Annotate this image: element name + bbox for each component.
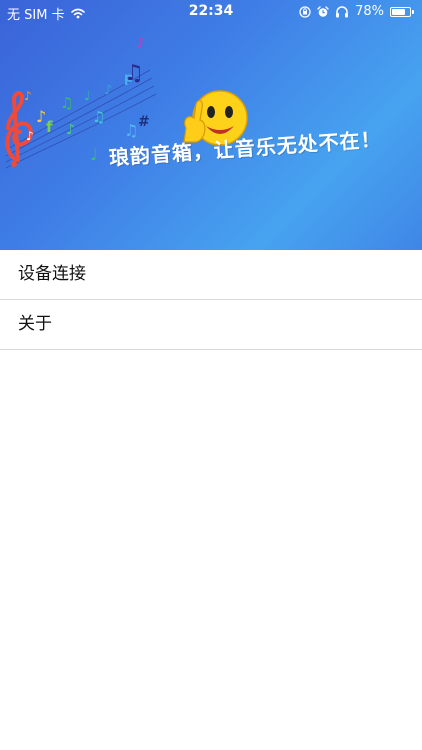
battery-percent: 78%	[355, 4, 384, 19]
status-right: 78%	[299, 4, 414, 19]
status-bar: 无 SIM 卡 22:34 78%	[0, 0, 422, 24]
svg-text:f: f	[46, 118, 53, 136]
alarm-icon	[317, 5, 329, 17]
settings-menu: 设备连接 关于	[0, 250, 422, 350]
svg-text:♪: ♪	[66, 122, 75, 138]
svg-text:♫: ♫	[92, 108, 105, 126]
header-banner: ♪ f ♫ ♪ ♩ ♫ ♪ p ♫ # ♫ ♪ ♪ ♩ ♪ 琅韵音箱，让音乐无处…	[0, 0, 422, 250]
svg-text:♪: ♪	[136, 36, 145, 52]
svg-text:♩: ♩	[90, 145, 98, 164]
svg-text:♫: ♫	[60, 94, 73, 112]
battery-icon	[390, 6, 411, 17]
svg-text:♪: ♪	[26, 129, 34, 143]
svg-text:♩: ♩	[84, 89, 90, 104]
svg-text:♪: ♪	[24, 89, 32, 103]
svg-text:#: #	[138, 114, 150, 130]
orientation-lock-icon	[299, 5, 311, 18]
svg-text:♫: ♫	[124, 61, 144, 86]
battery-fill	[392, 8, 405, 15]
menu-item-device-connection[interactable]: 设备连接	[0, 250, 422, 300]
svg-text:♪: ♪	[36, 107, 46, 126]
menu-item-about[interactable]: 关于	[0, 300, 422, 350]
headphones-icon	[336, 5, 349, 17]
app-screen: ♪ f ♫ ♪ ♩ ♫ ♪ p ♫ # ♫ ♪ ♪ ♩ ♪ 琅韵音箱，让音乐无处…	[0, 0, 422, 750]
svg-text:♫: ♫	[124, 121, 138, 140]
battery-tip	[412, 9, 414, 14]
svg-text:♪: ♪	[104, 83, 112, 98]
